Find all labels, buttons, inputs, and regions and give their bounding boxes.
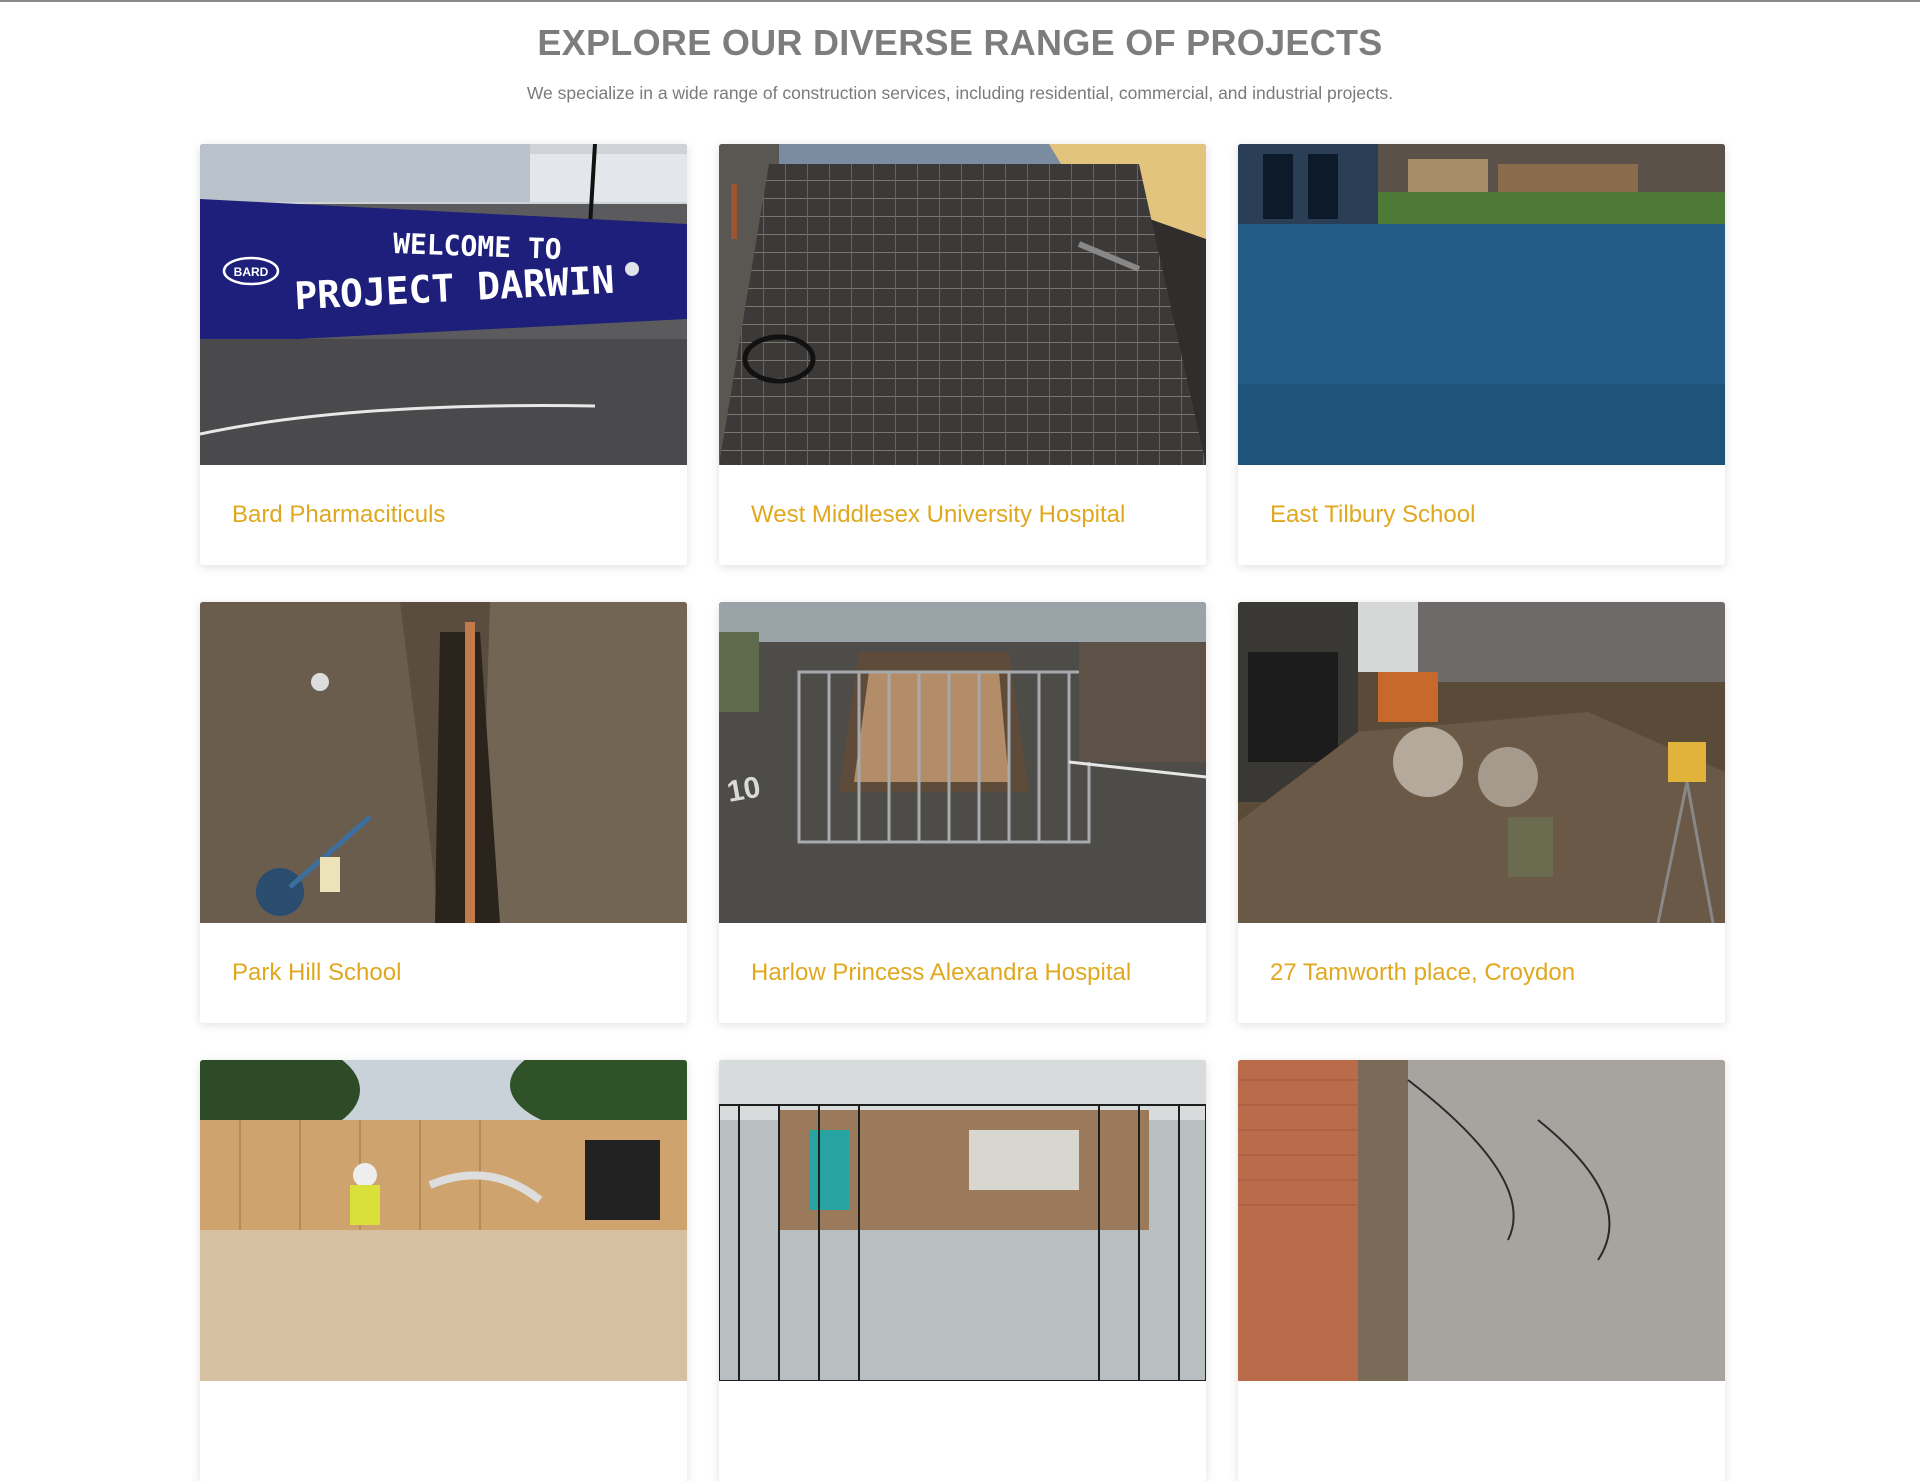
- project-image-east-tilbury: [1238, 144, 1725, 465]
- project-card-harlow[interactable]: 10 Harlow Princess Alexandra Hospital: [719, 602, 1206, 1023]
- project-image-8: [719, 1060, 1206, 1381]
- project-card-9[interactable]: [1238, 1060, 1725, 1481]
- project-card-8[interactable]: [719, 1060, 1206, 1481]
- bard-logo-text: BARD: [234, 265, 269, 279]
- project-image-park-hill: [200, 602, 687, 923]
- project-image-7: [200, 1060, 687, 1381]
- project-image-west-middlesex: [719, 144, 1206, 465]
- project-title[interactable]: [200, 1381, 687, 1481]
- welcome-text: WELCOME TO: [393, 227, 563, 266]
- project-card-bard[interactable]: BARD WELCOME TO PROJECT DARWIN Bard Phar…: [200, 144, 687, 565]
- svg-text:10: 10: [724, 771, 763, 809]
- project-image-9: [1238, 1060, 1725, 1381]
- project-card-park-hill[interactable]: Park Hill School: [200, 602, 687, 1023]
- section-subtitle: We specialize in a wide range of constru…: [526, 83, 1394, 103]
- top-divider: [0, 0, 1920, 2]
- project-card-tamworth[interactable]: 27 Tamworth place, Croydon: [1238, 602, 1725, 1023]
- project-title[interactable]: [1238, 1381, 1725, 1481]
- project-title[interactable]: West Middlesex University Hospital: [719, 465, 1206, 565]
- project-card-west-middlesex[interactable]: West Middlesex University Hospital: [719, 144, 1206, 565]
- project-title[interactable]: [719, 1381, 1206, 1481]
- project-title[interactable]: 27 Tamworth place, Croydon: [1238, 923, 1725, 1023]
- project-title[interactable]: Park Hill School: [200, 923, 687, 1023]
- project-image-harlow: 10: [719, 602, 1206, 923]
- project-card-east-tilbury[interactable]: East Tilbury School: [1238, 144, 1725, 565]
- section-title: EXPLORE OUR DIVERSE RANGE OF PROJECTS: [537, 22, 1383, 63]
- project-title[interactable]: East Tilbury School: [1238, 465, 1725, 565]
- project-title[interactable]: Bard Pharmaciticuls: [200, 465, 687, 565]
- project-title[interactable]: Harlow Princess Alexandra Hospital: [719, 923, 1206, 1023]
- projects-grid: BARD WELCOME TO PROJECT DARWIN Bard Phar…: [200, 144, 1726, 1481]
- project-card-7[interactable]: [200, 1060, 687, 1481]
- project-image-bard: BARD WELCOME TO PROJECT DARWIN: [200, 144, 687, 465]
- project-image-tamworth: [1238, 602, 1725, 923]
